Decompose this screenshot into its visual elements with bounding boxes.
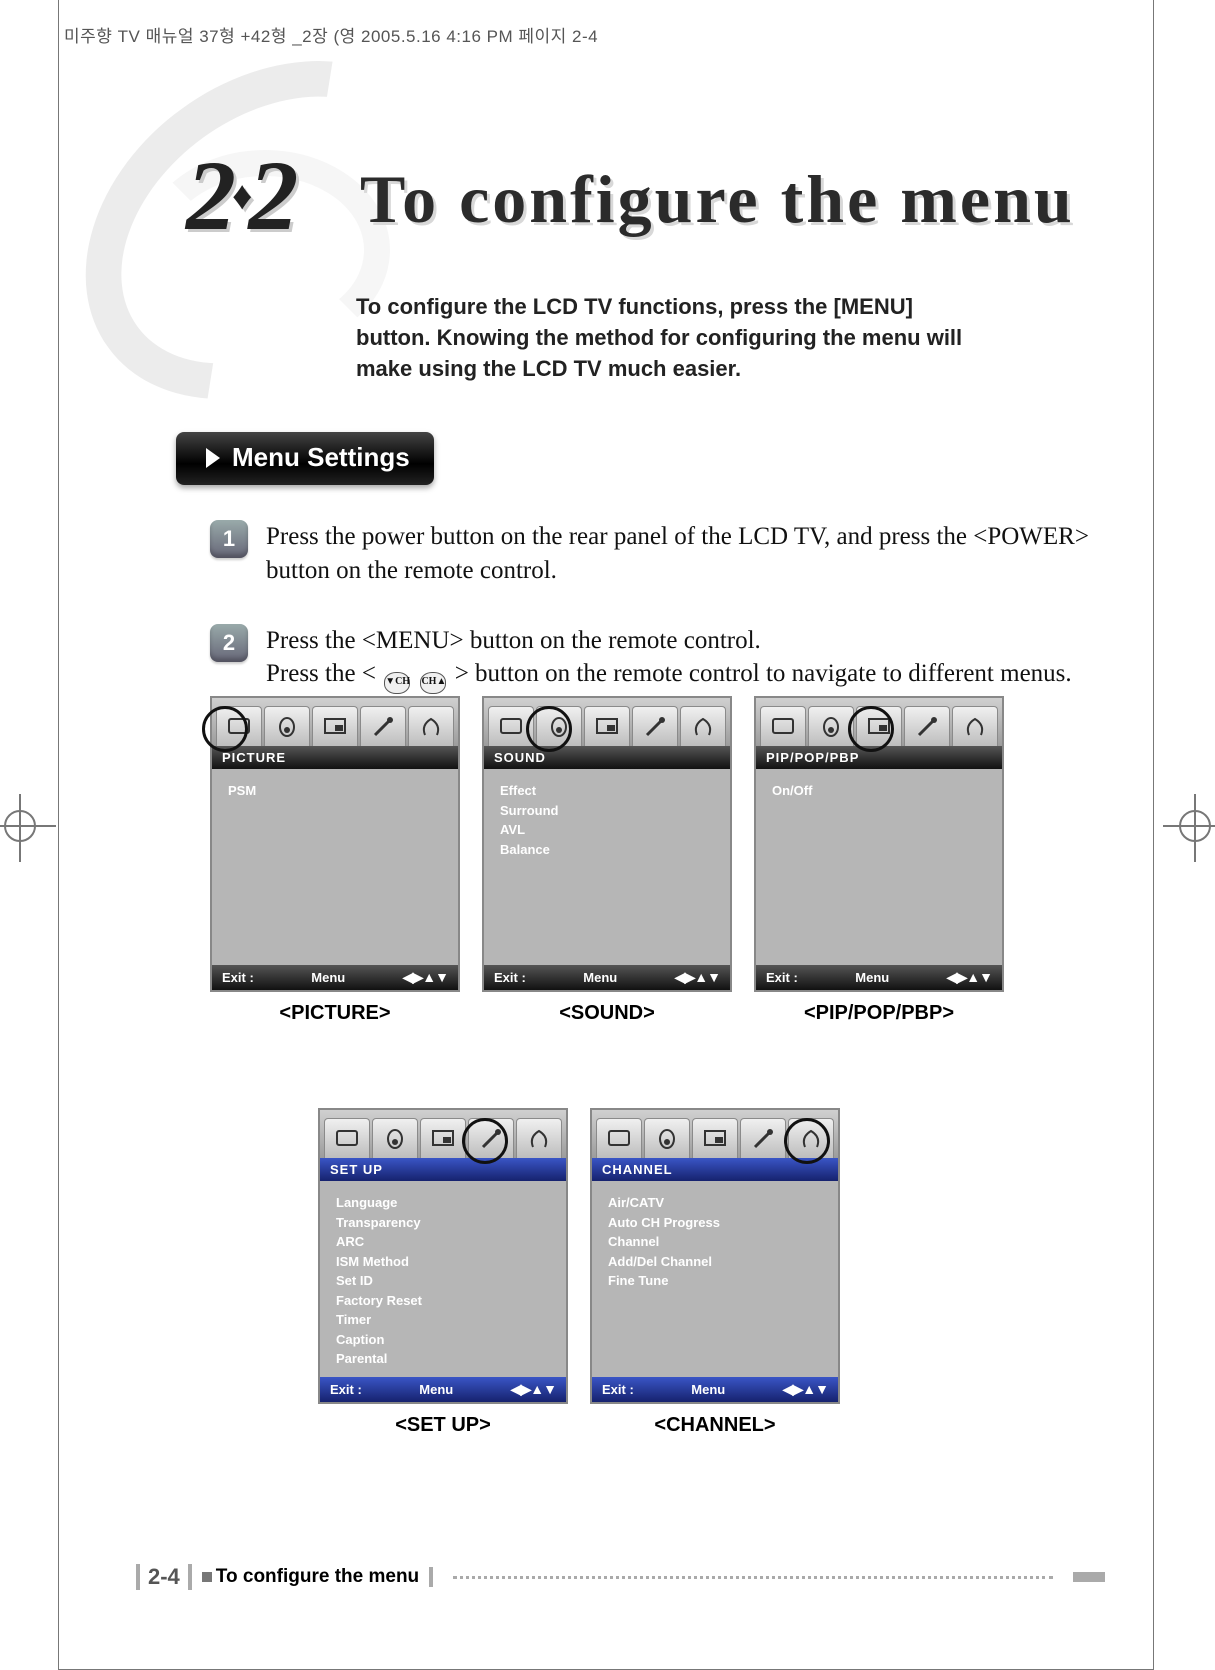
ch-down-icon: ▼CH (384, 672, 410, 694)
registration-mark-right (1179, 810, 1211, 842)
page-title: To configure the menu (360, 160, 1075, 239)
step-number-1: 1 (210, 520, 248, 558)
menu-setup: SET UP Language Transparency ARC ISM Met… (318, 1108, 568, 1437)
menu-item: Transparency (336, 1213, 550, 1233)
menu-header: PICTURE (212, 746, 458, 769)
menu-footer: Exit :Menu◀▶▲▼ (212, 965, 458, 990)
tab-setup-icon (360, 706, 406, 746)
footer-section-title: To configure the menu (216, 1566, 419, 1587)
menu-item: Surround (500, 801, 714, 821)
step-2-text: Press the <MENU> button on the remote co… (266, 624, 1072, 695)
menu-item: Air/CATV (608, 1193, 822, 1213)
menu-item: Language (336, 1193, 550, 1213)
menu-item: Channel (608, 1232, 822, 1252)
menu-picture: PICTURE PSM Exit :Menu◀▶▲▼ <PICTURE> (210, 696, 460, 1025)
menu-caption: <PICTURE> (210, 1002, 460, 1025)
page-footer: 2-4 To configure the menu (136, 1564, 1105, 1590)
menu-item: Parental (336, 1349, 550, 1369)
menu-item: Set ID (336, 1271, 550, 1291)
section-number: 2♦2 (186, 138, 292, 253)
page-number: 2-4 (136, 1564, 192, 1590)
menu-item: PSM (228, 781, 442, 801)
footer-endcap (1073, 1572, 1105, 1582)
menu-item: Auto CH Progress (608, 1213, 822, 1233)
step-1: 1 Press the power button on the rear pan… (210, 520, 1090, 588)
menu-pip: PIP/POP/PBP On/Off Exit :Menu◀▶▲▼ <PIP/P… (754, 696, 1004, 1025)
menu-item: Effect (500, 781, 714, 801)
menu-item: Caption (336, 1330, 550, 1350)
step-1-text: Press the power button on the rear panel… (266, 520, 1090, 588)
section-badge: Menu Settings (176, 432, 434, 485)
triangle-icon (206, 448, 220, 468)
menu-item: ISM Method (336, 1252, 550, 1272)
step-2: 2 Press the <MENU> button on the remote … (210, 624, 1090, 695)
menu-item: Fine Tune (608, 1271, 822, 1291)
menu-channel: CHANNEL Air/CATV Auto CH Progress Channe… (590, 1108, 840, 1437)
menu-item: Factory Reset (336, 1291, 550, 1311)
menu-item: Balance (500, 840, 714, 860)
registration-mark-left (4, 810, 36, 842)
menu-item: ARC (336, 1232, 550, 1252)
tab-pip-icon (312, 706, 358, 746)
tab-channel-icon (408, 706, 454, 746)
menu-sound: SOUND Effect Surround AVL Balance Exit :… (482, 696, 732, 1025)
step-number-2: 2 (210, 624, 248, 662)
intro-text: To configure the LCD TV functions, press… (356, 292, 976, 384)
dotted-rule (453, 1576, 1053, 1579)
menu-item: AVL (500, 820, 714, 840)
menu-item: On/Off (772, 781, 986, 801)
menu-item: Timer (336, 1310, 550, 1330)
square-bullet-icon (202, 1572, 212, 1582)
menu-item: Add/Del Channel (608, 1252, 822, 1272)
tab-sound-icon (264, 706, 310, 746)
print-slug: 미주향 TV 매뉴얼 37형 +42형 _2장 (영 2005.5.16 4:1… (64, 22, 598, 47)
ch-up-icon: CH▲ (420, 672, 446, 694)
tab-picture-icon (216, 706, 262, 746)
menu-tabs (212, 698, 458, 746)
